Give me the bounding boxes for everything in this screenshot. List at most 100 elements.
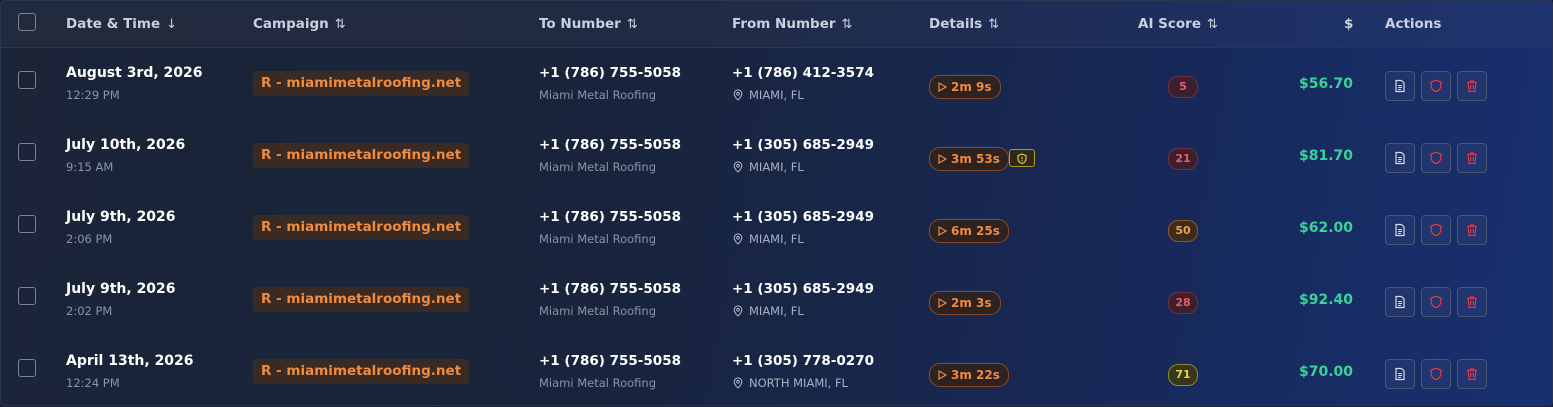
flag-shield-icon[interactable] — [1009, 149, 1035, 167]
to-number-name: Miami Metal Roofing — [539, 232, 656, 246]
campaign-badge[interactable]: R - miamimetalroofing.net — [253, 143, 470, 168]
column-header-campaign-label: Campaign — [253, 16, 329, 32]
sort-icon: ⇅ — [334, 17, 346, 32]
play-icon — [938, 296, 951, 310]
call-time: 2:06 PM — [66, 232, 113, 246]
play-duration-button[interactable]: 2m 3s — [929, 291, 1001, 315]
flag-call-button[interactable] — [1421, 359, 1451, 389]
shield-icon — [1429, 366, 1443, 385]
from-location: MIAMI, FL — [732, 88, 804, 102]
map-pin-icon — [732, 88, 749, 102]
play-icon — [938, 152, 951, 166]
trash-icon — [1465, 222, 1479, 241]
from-number: +1 (305) 685-2949 — [732, 137, 874, 153]
play-icon — [938, 224, 951, 238]
flag-call-button[interactable] — [1421, 215, 1451, 245]
call-time: 12:29 PM — [66, 88, 120, 102]
view-details-button[interactable] — [1385, 359, 1415, 389]
document-icon — [1393, 150, 1407, 169]
ai-score-badge: 21 — [1168, 148, 1198, 170]
ai-score-badge: 5 — [1168, 76, 1198, 98]
document-icon — [1393, 366, 1407, 385]
column-header-details[interactable]: Details ⇅ — [929, 1, 999, 47]
column-header-actions: Actions — [1385, 16, 1442, 32]
amount-cell: $70.00 — [1241, 335, 1353, 407]
campaign-badge[interactable]: R - miamimetalroofing.net — [253, 215, 470, 240]
flag-call-button[interactable] — [1421, 71, 1451, 101]
from-location: MIAMI, FL — [732, 232, 804, 246]
call-date: April 13th, 2026 — [66, 353, 194, 369]
column-header-ai-score[interactable]: AI Score ⇅ — [1138, 1, 1218, 47]
from-number: +1 (305) 685-2949 — [732, 209, 874, 225]
delete-call-button[interactable] — [1457, 71, 1487, 101]
table-row: July 9th, 2026 2:06 PM R - miamimetalroo… — [1, 191, 1552, 263]
select-all-checkbox[interactable] — [18, 13, 36, 31]
duration-text: 2m 3s — [951, 296, 992, 310]
ai-score-badge: 71 — [1168, 364, 1198, 386]
amount-cell: $56.70 — [1241, 47, 1353, 119]
delete-call-button[interactable] — [1457, 359, 1487, 389]
shield-icon — [1429, 150, 1443, 169]
column-header-campaign[interactable]: Campaign ⇅ — [253, 1, 346, 47]
column-header-datetime[interactable]: Date & Time ↓ — [66, 1, 177, 47]
map-pin-icon — [732, 232, 749, 246]
call-time: 12:24 PM — [66, 376, 120, 390]
from-location: MIAMI, FL — [732, 304, 804, 318]
delete-call-button[interactable] — [1457, 215, 1487, 245]
map-pin-icon — [732, 304, 749, 318]
row-checkbox[interactable] — [18, 143, 36, 161]
column-header-from-number[interactable]: From Number ⇅ — [732, 1, 852, 47]
column-header-to-number[interactable]: To Number ⇅ — [539, 1, 638, 47]
play-duration-button[interactable]: 6m 25s — [929, 219, 1009, 243]
row-checkbox[interactable] — [18, 71, 36, 89]
to-number-name: Miami Metal Roofing — [539, 88, 656, 102]
campaign-badge[interactable]: R - miamimetalroofing.net — [253, 287, 470, 312]
table-row: July 9th, 2026 2:02 PM R - miamimetalroo… — [1, 263, 1552, 335]
flag-call-button[interactable] — [1421, 143, 1451, 173]
trash-icon — [1465, 78, 1479, 97]
row-checkbox[interactable] — [18, 215, 36, 233]
flag-call-button[interactable] — [1421, 287, 1451, 317]
column-header-ai-score-label: AI Score — [1138, 16, 1201, 32]
from-number: +1 (786) 412-3574 — [732, 65, 874, 81]
play-duration-button[interactable]: 2m 9s — [929, 75, 1001, 99]
column-header-amount: $ — [1344, 16, 1354, 32]
from-location-text: NORTH MIAMI, FL — [749, 376, 848, 390]
trash-icon — [1465, 366, 1479, 385]
table-row: July 10th, 2026 9:15 AM R - miamimetalro… — [1, 119, 1552, 191]
shield-icon — [1429, 294, 1443, 313]
row-checkbox[interactable] — [18, 287, 36, 305]
document-icon — [1393, 294, 1407, 313]
to-number-name: Miami Metal Roofing — [539, 160, 656, 174]
map-pin-icon — [732, 376, 749, 390]
call-time: 9:15 AM — [66, 160, 114, 174]
row-checkbox[interactable] — [18, 359, 36, 377]
campaign-badge[interactable]: R - miamimetalroofing.net — [253, 359, 470, 384]
call-date: July 10th, 2026 — [66, 137, 186, 153]
shield-icon — [1429, 78, 1443, 97]
view-details-button[interactable] — [1385, 287, 1415, 317]
call-date: July 9th, 2026 — [66, 281, 176, 297]
amount-cell: $81.70 — [1241, 119, 1353, 191]
duration-text: 6m 25s — [951, 224, 1000, 238]
view-details-button[interactable] — [1385, 215, 1415, 245]
to-number: +1 (786) 755-5058 — [539, 65, 681, 81]
sort-icon: ⇅ — [1207, 17, 1218, 32]
to-number: +1 (786) 755-5058 — [539, 281, 681, 297]
play-duration-button[interactable]: 3m 53s — [929, 147, 1009, 171]
sort-icon: ⇅ — [626, 17, 638, 32]
map-pin-icon — [732, 160, 749, 174]
play-duration-button[interactable]: 3m 22s — [929, 363, 1009, 387]
view-details-button[interactable] — [1385, 71, 1415, 101]
ai-score-badge: 50 — [1168, 220, 1198, 242]
campaign-badge[interactable]: R - miamimetalroofing.net — [253, 71, 470, 96]
view-details-button[interactable] — [1385, 143, 1415, 173]
table-header: Date & Time ↓ Campaign ⇅ To Number ⇅ From N… — [1, 1, 1552, 48]
trash-icon — [1465, 294, 1479, 313]
delete-call-button[interactable] — [1457, 143, 1487, 173]
sort-icon: ⇅ — [988, 17, 1000, 32]
column-header-from-number-label: From Number — [732, 16, 836, 32]
delete-call-button[interactable] — [1457, 287, 1487, 317]
to-number: +1 (786) 755-5058 — [539, 137, 681, 153]
document-icon — [1393, 78, 1407, 97]
